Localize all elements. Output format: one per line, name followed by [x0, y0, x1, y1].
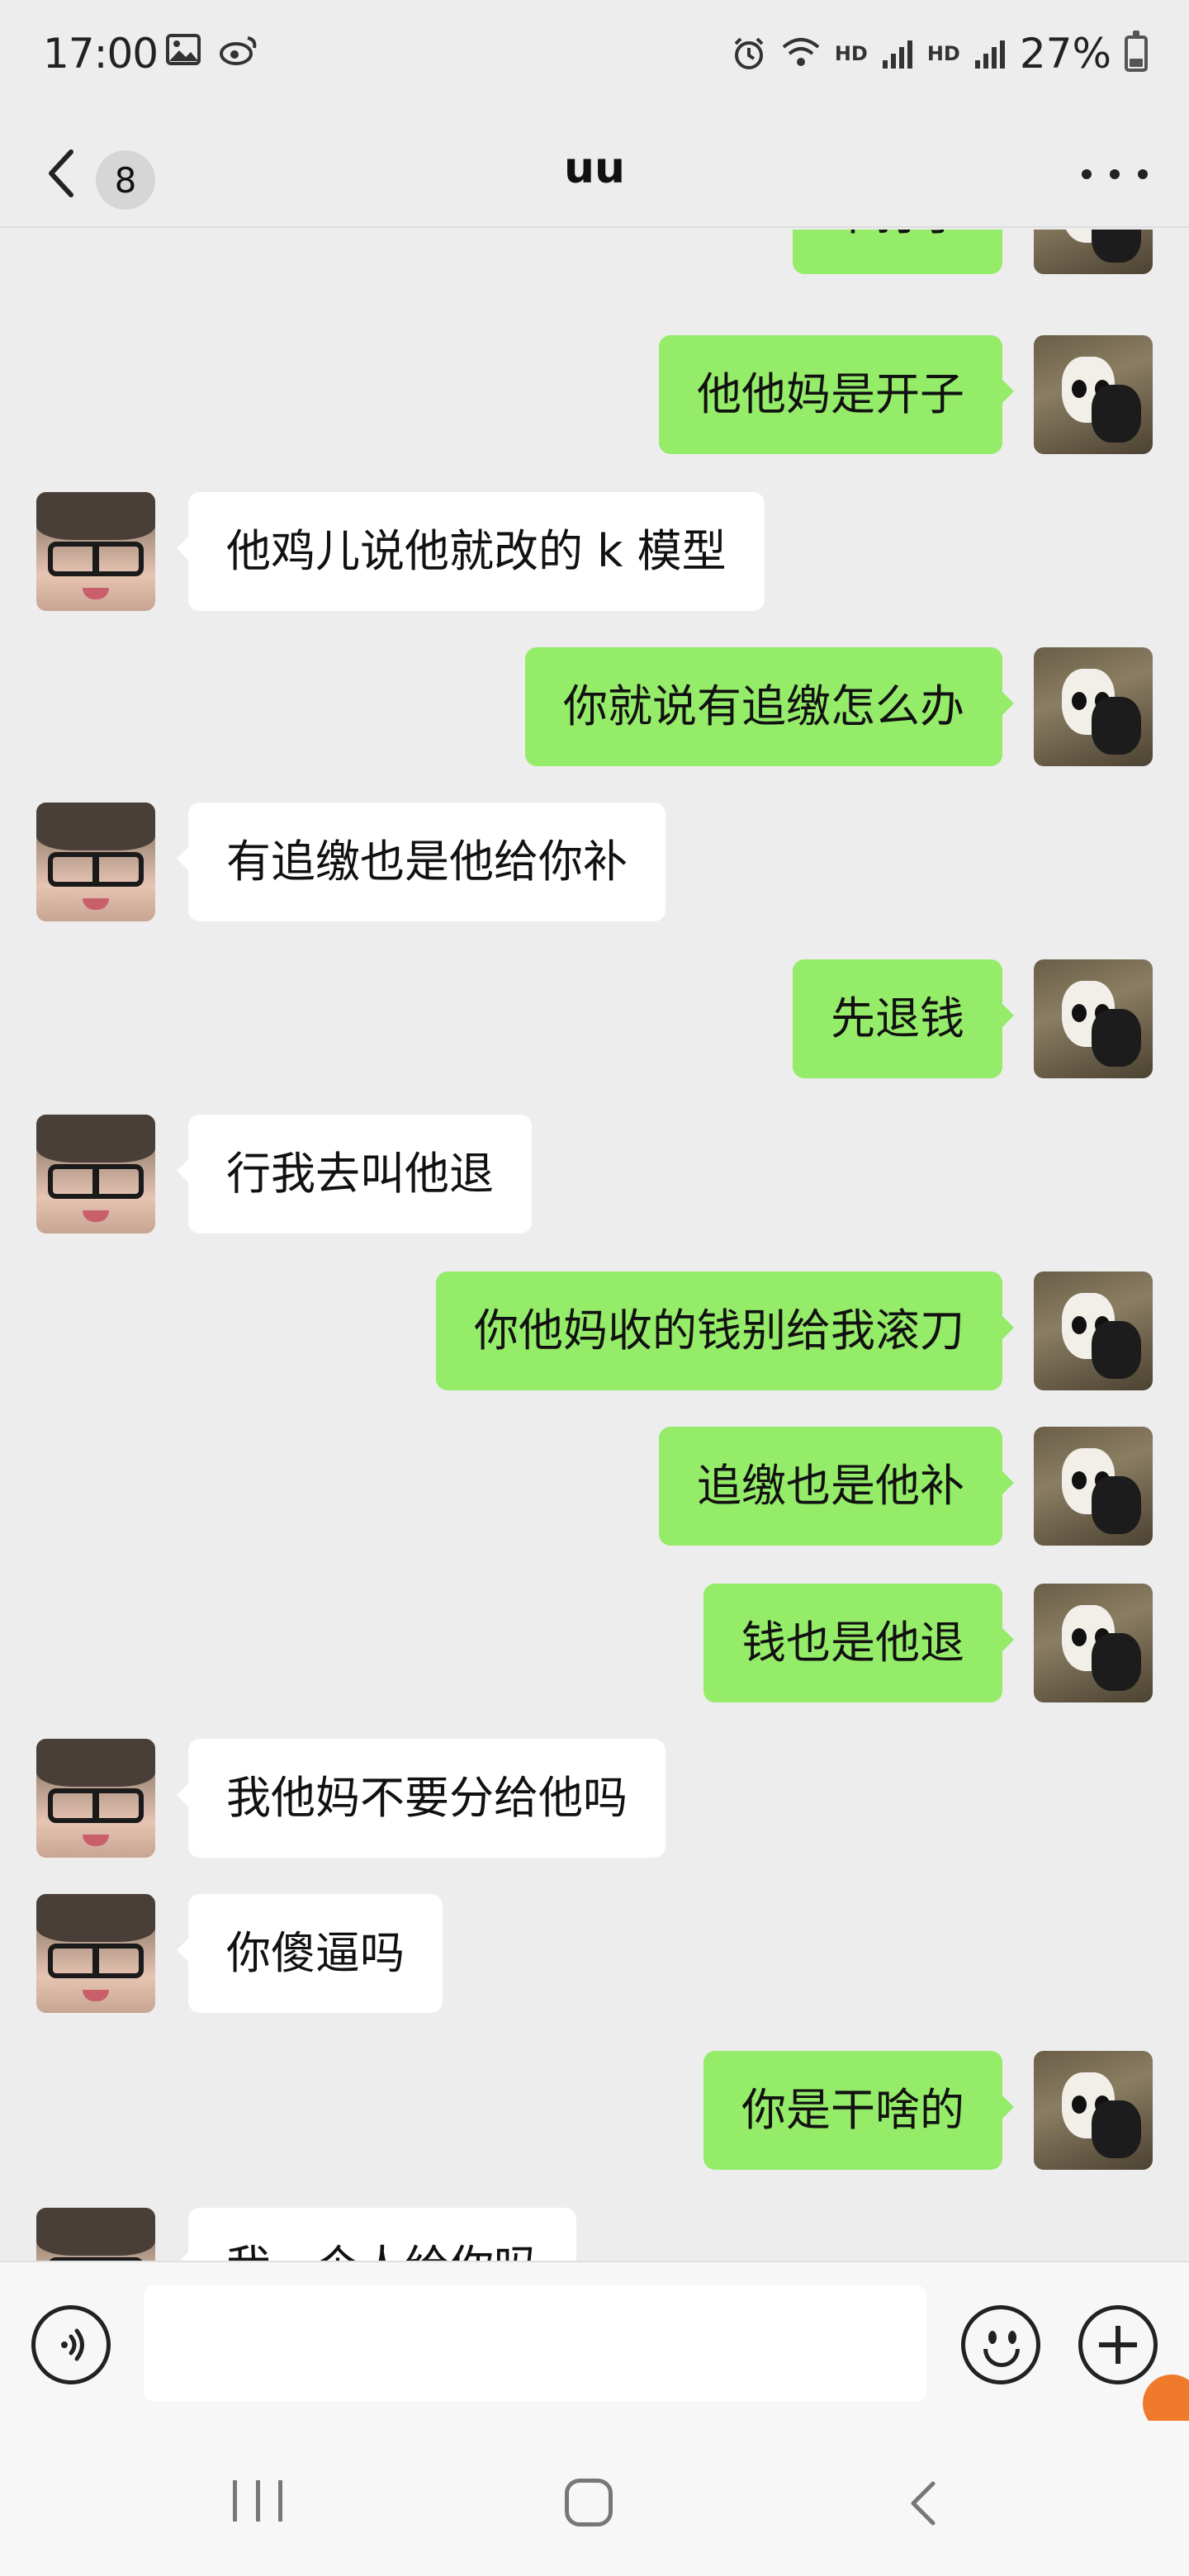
battery-icon: [1125, 31, 1148, 72]
chat-header: 8 uu: [0, 112, 1189, 228]
emoji-button[interactable]: [961, 2305, 1040, 2384]
avatar[interactable]: [1034, 230, 1153, 274]
avatar[interactable]: [36, 1894, 155, 2013]
dot-icon: [1110, 169, 1120, 179]
page-title: uu: [563, 144, 626, 193]
message-row: 追缴也是他补: [0, 1427, 1189, 1546]
signal-icon: [882, 40, 912, 69]
message-list[interactable]: 不打了 他他妈是开子 他鸡儿说他就改的 k 模型 你就说有追缴怎么办 有追缴也是…: [0, 230, 1189, 2261]
wifi-icon: [782, 38, 820, 66]
avatar[interactable]: [1034, 959, 1153, 1078]
back-nav-button[interactable]: [907, 2479, 940, 2528]
message-row: 你傻逼吗: [0, 1894, 1189, 2013]
message-row: 你他妈收的钱别给我滚刀: [0, 1271, 1189, 1390]
alarm-icon: [734, 37, 764, 69]
more-button[interactable]: [1082, 154, 1148, 195]
message-row: 不打了: [0, 230, 1189, 274]
message-row: 他他妈是开子: [0, 335, 1189, 454]
back-icon: [911, 2481, 936, 2526]
signal-icon: [974, 40, 1005, 69]
message-bubble[interactable]: 追缴也是他补: [659, 1427, 1014, 1546]
avatar[interactable]: [36, 803, 155, 921]
avatar[interactable]: [1034, 1584, 1153, 1702]
status-time: 17:00: [43, 30, 159, 78]
message-row: 你是干啥的: [0, 2051, 1189, 2170]
voice-icon: [61, 2328, 84, 2361]
message-row: 有追缴也是他给你补: [0, 803, 1189, 921]
status-bar: 17:00 HD HD 27%: [0, 0, 1189, 112]
dot-icon: [1138, 169, 1148, 179]
dot-icon: [1082, 169, 1092, 179]
message-bubble[interactable]: 有追缴也是他给你补: [177, 803, 666, 921]
avatar[interactable]: [1034, 1427, 1153, 1546]
more-actions-button[interactable]: [1078, 2305, 1158, 2384]
message-bubble[interactable]: 钱也是他退: [703, 1584, 1014, 1702]
voice-button[interactable]: [31, 2305, 111, 2384]
message-bubble[interactable]: 你是干啥的: [703, 2051, 1014, 2170]
message-bubble[interactable]: 你他妈收的钱别给我滚刀: [436, 1271, 1014, 1390]
message-row: 他鸡儿说他就改的 k 模型: [0, 492, 1189, 611]
avatar[interactable]: [36, 1115, 155, 1234]
gallery-icon: [166, 34, 201, 65]
status-icons-right: HD HD 27%: [731, 30, 1148, 78]
message-row: 钱也是他退: [0, 1584, 1189, 1702]
status-icons-left: [165, 33, 259, 66]
emoji-eye: [1008, 2331, 1016, 2344]
message-row: 你就说有追缴怎么办: [0, 647, 1189, 766]
avatar[interactable]: [36, 2208, 155, 2261]
message-row: 我一个人给你吗: [0, 2208, 1189, 2261]
message-bubble[interactable]: 行我去叫他退: [177, 1115, 532, 1234]
weibo-icon: [220, 36, 257, 65]
message-input[interactable]: [144, 2285, 926, 2401]
message-bubble[interactable]: 先退钱: [793, 959, 1014, 1078]
system-nav-bar: [0, 2421, 1189, 2576]
message-bubble[interactable]: 不打了: [793, 230, 1002, 274]
avatar[interactable]: [36, 1739, 155, 1858]
avatar[interactable]: [1034, 647, 1153, 766]
avatar[interactable]: [1034, 2051, 1153, 2170]
recent-apps-button[interactable]: [233, 2480, 282, 2522]
avatar[interactable]: [36, 492, 155, 611]
network-type-2: HD: [926, 42, 960, 65]
message-row: 先退钱: [0, 959, 1189, 1078]
battery-percent: 27%: [1019, 30, 1111, 78]
avatar[interactable]: [1034, 1271, 1153, 1390]
message-bubble[interactable]: 我他妈不要分给他吗: [177, 1739, 666, 1858]
message-row: 我他妈不要分给他吗: [0, 1739, 1189, 1858]
input-bar: [0, 2261, 1189, 2421]
message-bubble[interactable]: 他鸡儿说他就改的 k 模型: [177, 492, 765, 611]
message-bubble[interactable]: 我一个人给你吗: [177, 2208, 576, 2261]
battery-level: [1130, 59, 1143, 67]
message-bubble[interactable]: 你就说有追缴怎么办: [525, 647, 1014, 766]
message-bubble[interactable]: 他他妈是开子: [659, 335, 1014, 454]
home-button[interactable]: [565, 2479, 613, 2526]
message-row: 行我去叫他退: [0, 1115, 1189, 1234]
avatar[interactable]: [1034, 335, 1153, 454]
message-bubble[interactable]: 你傻逼吗: [177, 1894, 443, 2013]
network-type-1: HD: [834, 42, 868, 65]
emoji-eye: [988, 2331, 997, 2344]
emoji-mouth: [983, 2349, 1020, 2367]
